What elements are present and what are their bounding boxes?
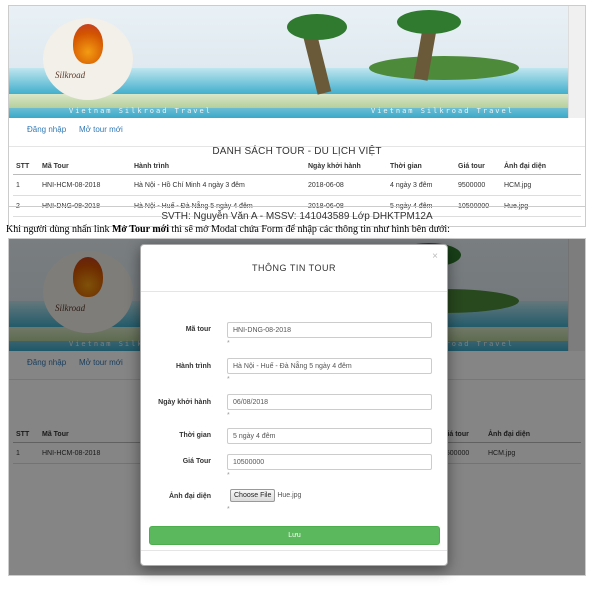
choose-file-button[interactable]: Choose File [230, 489, 276, 502]
ma-tour-input[interactable]: HNI-DNG-08-2018 [227, 322, 432, 338]
column-header: Thời gian [387, 159, 455, 175]
column-header: Mã Tour [39, 159, 131, 175]
flame-icon [73, 24, 103, 64]
column-header: Hành trình [131, 159, 305, 175]
column-header: Ảnh đại diện [501, 159, 581, 175]
new-tour-link[interactable]: Mở tour mới [79, 125, 123, 134]
table-cell: HCM.jpg [501, 174, 581, 196]
ngay-khoi-hanh-label: Ngày khởi hành [158, 399, 211, 406]
column-header: Giá tour [455, 159, 501, 175]
tour-list-screenshot: Silkroad Vietnam Silkroad Travel Vietnam… [8, 5, 586, 227]
tour-info-modal: THÔNG TIN TOUR × Mã tour HNI-DNG-08-2018… [140, 244, 448, 566]
ma-tour-label: Mã tour [185, 326, 211, 333]
save-button[interactable]: Lưu [149, 526, 440, 545]
table-cell: Hà Nội - Hồ Chí Minh 4 ngày 3 đêm [131, 174, 305, 196]
table-header-row: STT Mã Tour Hành trình Ngày khởi hành Th… [13, 159, 581, 175]
file-name: Hue.jpg [277, 492, 302, 499]
hanh-trinh-label: Hành trình [176, 363, 211, 370]
silkroad-logo: Silkroad [43, 18, 133, 100]
nav-bar: Đăng nhập Mở tour mới [9, 118, 585, 147]
table-cell: 4 ngày 3 đêm [387, 174, 455, 196]
ngay-khoi-hanh-input[interactable]: 06/08/2018 [227, 394, 432, 410]
required-mark: * [227, 376, 230, 383]
required-mark: * [227, 412, 230, 419]
banner-tagline: Vietnam Silkroad Travel [371, 107, 514, 115]
login-link[interactable]: Đăng nhập [27, 125, 66, 134]
caption-text: Khi người dùng nhấn link Mở Tour mới thì… [6, 224, 450, 235]
table-cell: 1 [13, 174, 39, 196]
modal-title: THÔNG TIN TOUR [251, 263, 336, 273]
thoi-gian-input[interactable]: 5 ngày 4 đêm [227, 428, 432, 444]
gia-tour-label: Giá Tour [182, 458, 211, 465]
required-mark: * [227, 340, 230, 347]
scrollbar[interactable] [568, 6, 585, 118]
anh-dai-dien-label: Ảnh đại diện [169, 493, 211, 500]
required-mark: * [227, 506, 230, 513]
logo-text: Silkroad [55, 70, 86, 80]
table-cell: 2018-06-08 [305, 174, 387, 196]
table-cell: 9500000 [455, 174, 501, 196]
gia-tour-input[interactable]: 10500000 [227, 454, 432, 470]
column-header: STT [13, 159, 39, 175]
banner-tagline: Vietnam Silkroad Travel [69, 107, 212, 115]
hanh-trinh-input[interactable]: Hà Nội - Huế - Đà Nẵng 5 ngày 4 đêm [227, 358, 432, 374]
header-banner: Silkroad Vietnam Silkroad Travel Vietnam… [9, 6, 569, 118]
close-icon[interactable]: × [432, 251, 438, 262]
table-row: 1 HNI-HCM-08-2018 Hà Nội - Hồ Chí Minh 4… [13, 174, 581, 196]
table-cell: HNI-HCM-08-2018 [39, 174, 131, 196]
modal-footer [141, 550, 447, 551]
caption-emphasis: Mở Tour mới [111, 224, 169, 235]
anh-dai-dien-input: Choose File Hue.jpg [227, 488, 432, 504]
column-header: Ngày khởi hành [305, 159, 387, 175]
required-mark: * [227, 472, 230, 479]
thoi-gian-label: Thời gian [179, 432, 211, 439]
modal-header: THÔNG TIN TOUR × [141, 245, 447, 292]
list-title: DANH SÁCH TOUR - DU LỊCH VIỆT [212, 146, 382, 157]
